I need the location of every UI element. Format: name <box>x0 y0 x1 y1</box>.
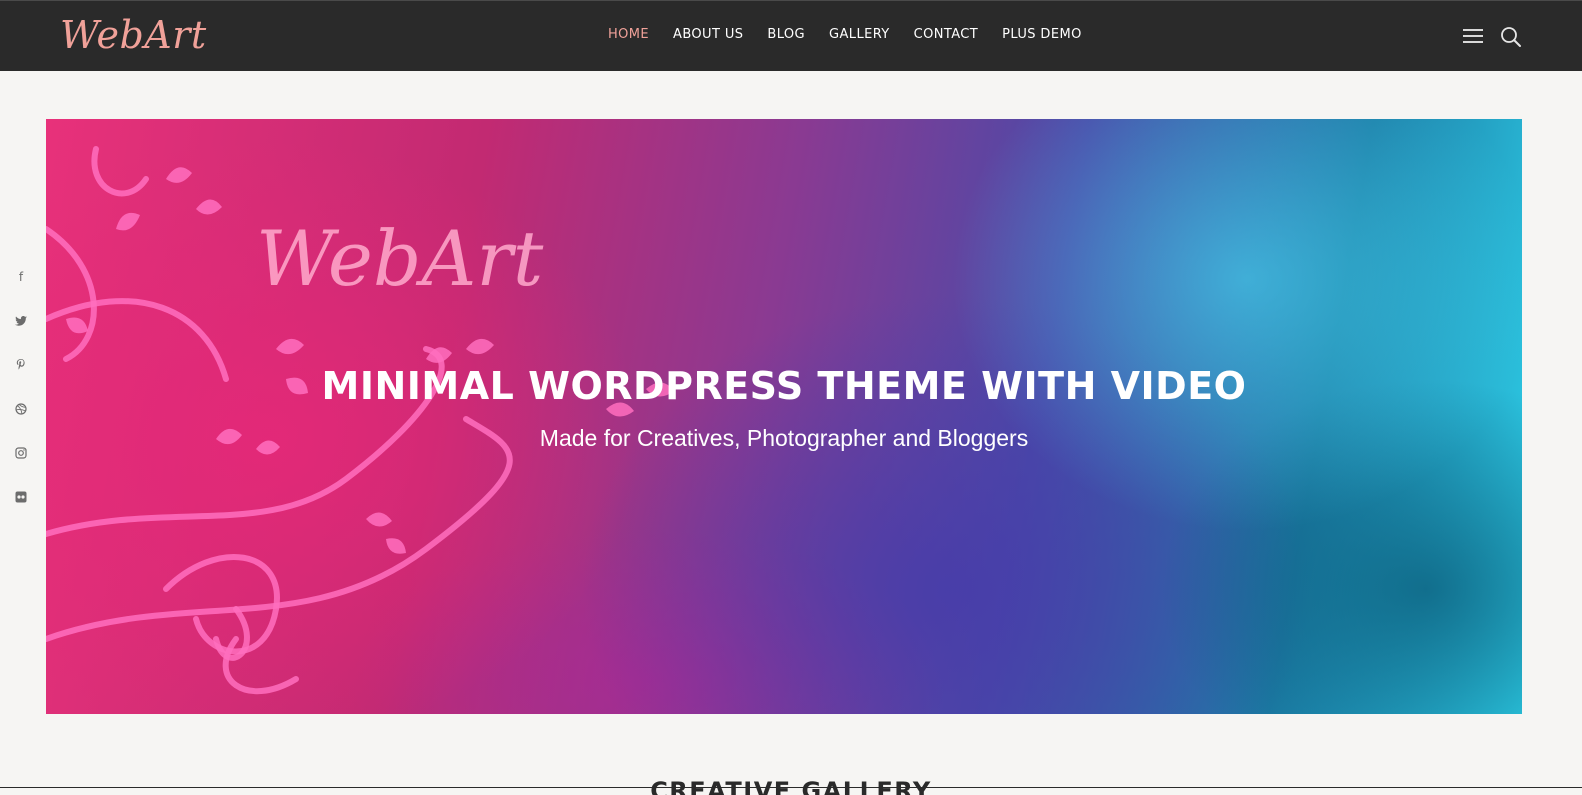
site-logo[interactable]: WebArt <box>60 11 207 59</box>
main-nav: HOME ABOUT US BLOG GALLERY CONTACT PLUS … <box>608 26 1082 44</box>
hamburger-menu-icon[interactable] <box>1463 29 1483 44</box>
instagram-icon[interactable] <box>14 444 28 462</box>
pinterest-icon[interactable] <box>14 356 28 374</box>
nav-item-home[interactable]: HOME <box>608 26 649 44</box>
hero-subtitle: Made for Creatives, Photographer and Blo… <box>539 425 1029 451</box>
twitter-icon[interactable] <box>14 312 28 330</box>
nav-item-gallery[interactable]: GALLERY <box>829 26 890 44</box>
hero-logo: WebArt <box>256 214 544 303</box>
nav-item-about-us[interactable]: ABOUT US <box>673 26 743 44</box>
hero-banner: WebArt MINIMAL WORDPRESS THEME WITH VIDE… <box>46 119 1522 714</box>
hero-title: MINIMAL WORDPRESS THEME WITH VIDEO <box>321 364 1247 408</box>
nav-item-blog[interactable]: BLOG <box>767 26 805 44</box>
facebook-icon[interactable]: f <box>14 268 28 286</box>
nav-item-contact[interactable]: CONTACT <box>914 26 978 44</box>
dribbble-icon[interactable] <box>14 400 28 418</box>
nav-item-plus-demo[interactable]: PLUS DEMO <box>1002 26 1082 44</box>
page-bottom-border <box>0 787 1582 795</box>
flickr-icon[interactable] <box>14 488 28 506</box>
site-header: WebArt HOME ABOUT US BLOG GALLERY CONTAC… <box>0 0 1582 71</box>
floral-decoration <box>46 146 674 695</box>
social-sidebar: f <box>12 268 30 506</box>
search-icon[interactable] <box>1500 26 1522 48</box>
